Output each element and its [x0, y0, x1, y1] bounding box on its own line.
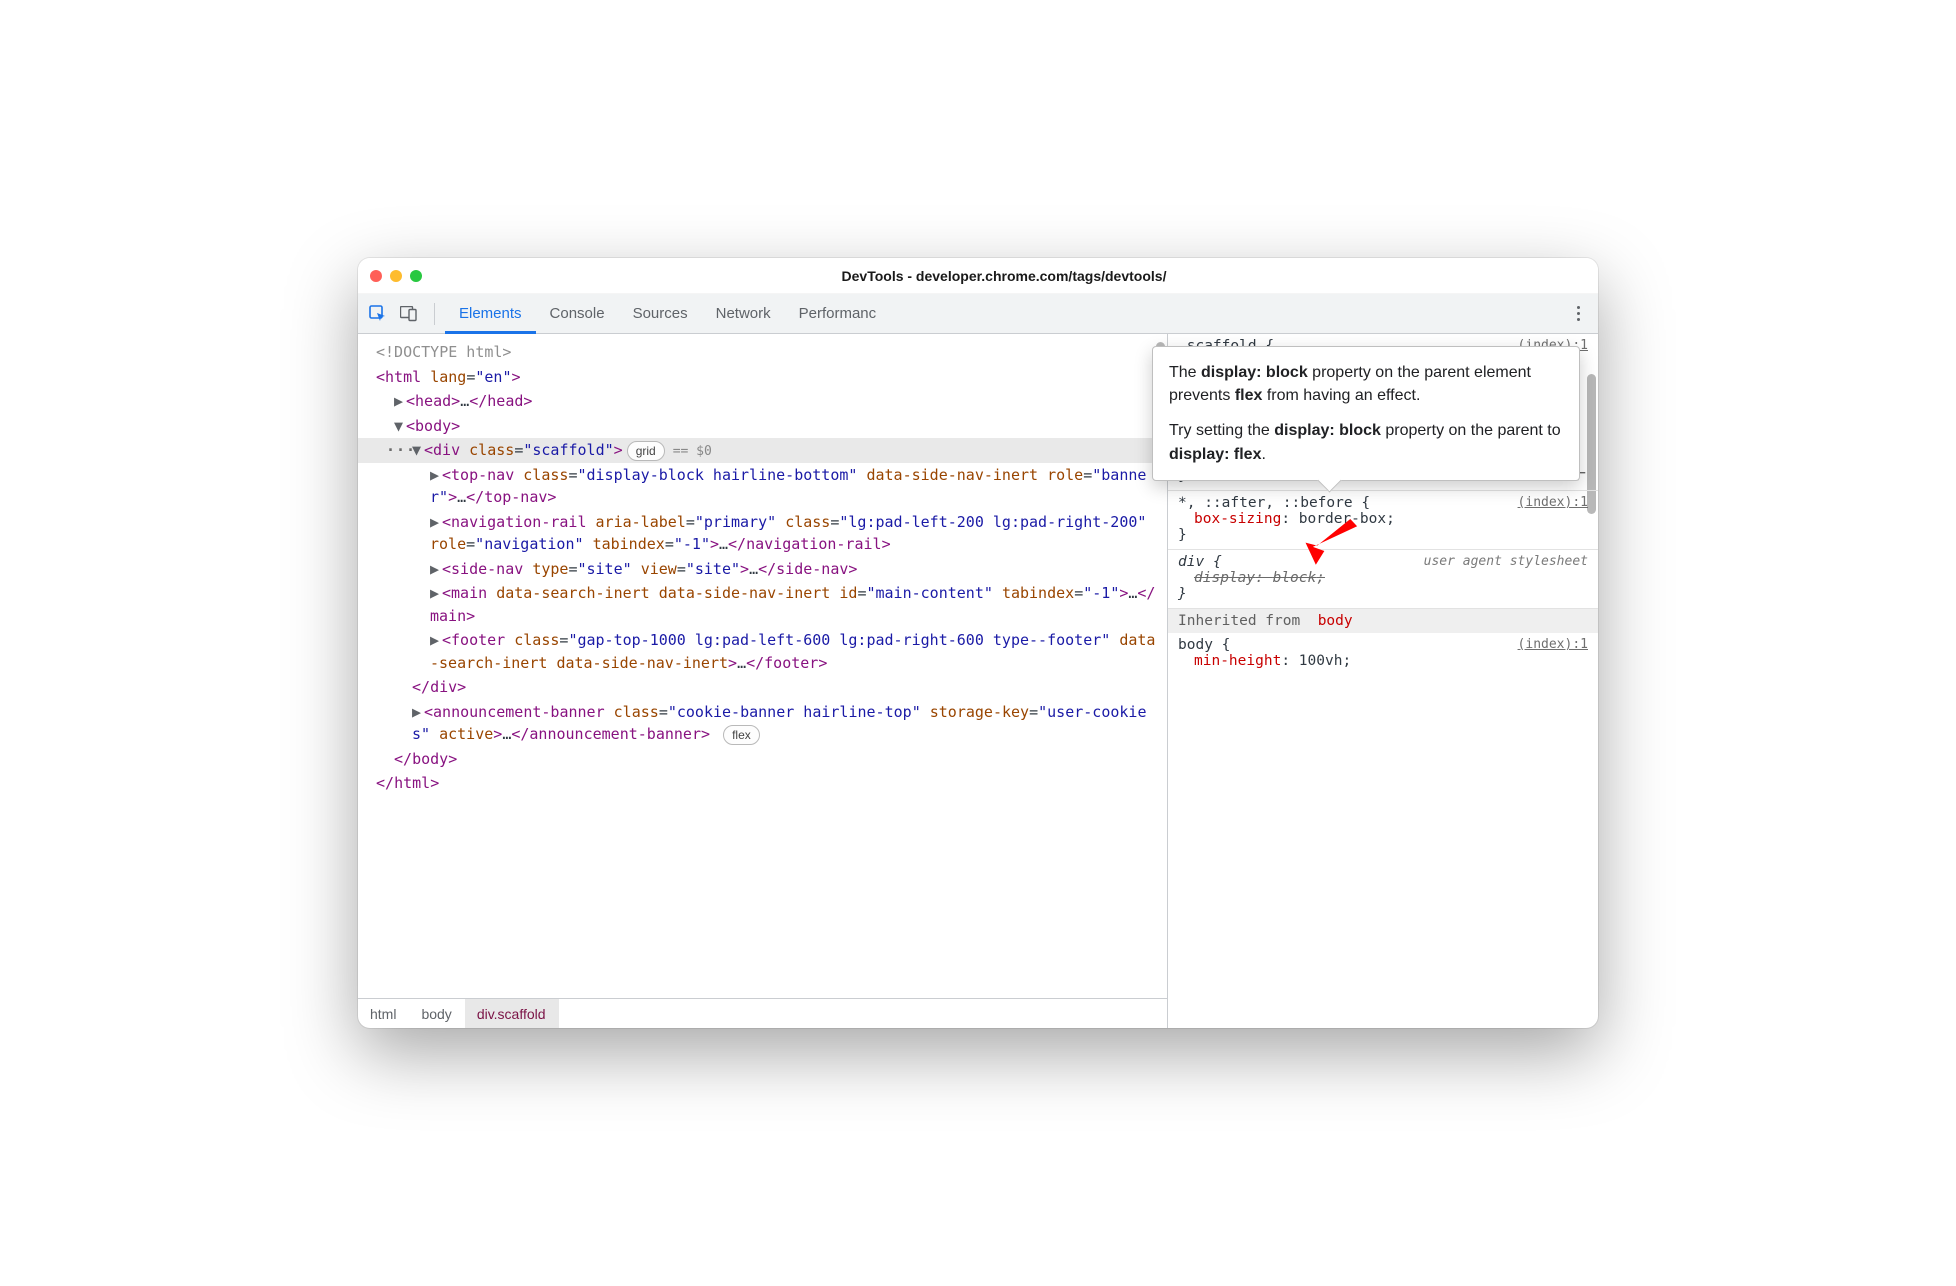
dom-node[interactable]: </html>	[358, 771, 1167, 796]
annotation-arrow-icon	[1296, 512, 1366, 572]
dom-node[interactable]: </body>	[358, 747, 1167, 772]
dom-node[interactable]: ▶<head>…</head>	[358, 389, 1167, 414]
dom-node[interactable]: <html lang="en">	[358, 365, 1167, 390]
crumb-current[interactable]: div.scaffold	[465, 999, 559, 1028]
style-property[interactable]: min-height: 100vh;	[1178, 653, 1588, 669]
style-rule-ua[interactable]: div { user agent stylesheet display: blo…	[1168, 550, 1598, 609]
titlebar: DevTools - developer.chrome.com/tags/dev…	[358, 258, 1598, 294]
separator	[434, 303, 435, 325]
dom-node[interactable]: </div>	[358, 675, 1167, 700]
elements-panel: <!DOCTYPE html> <html lang="en"> ▶<head>…	[358, 334, 1168, 1028]
inherited-from-header: Inherited from body	[1168, 609, 1598, 633]
dom-node[interactable]: ▶<footer class="gap-top-1000 lg:pad-left…	[358, 628, 1167, 675]
style-rule[interactable]: *, ::after, ::before { (index):1 box-siz…	[1168, 491, 1598, 550]
style-property-overridden: display: block;	[1178, 570, 1588, 586]
dom-node[interactable]: ▶<side-nav type="site" view="site">…</si…	[358, 557, 1167, 582]
dom-node[interactable]: ▶<navigation-rail aria-label="primary" c…	[358, 510, 1167, 557]
panel-tabs: Elements Console Sources Network Perform…	[445, 294, 890, 333]
grid-badge[interactable]: grid	[627, 441, 665, 461]
tab-network[interactable]: Network	[702, 294, 785, 333]
window-controls	[370, 270, 422, 282]
dom-node[interactable]: ▶<main data-search-inert data-side-nav-i…	[358, 581, 1167, 628]
style-property[interactable]: box-sizing: border-box;	[1178, 511, 1588, 527]
tab-elements[interactable]: Elements	[445, 294, 536, 333]
dom-node-selected[interactable]: ▼<div class="scaffold">grid== $0	[358, 438, 1167, 463]
tab-performance[interactable]: Performanc	[785, 294, 891, 333]
rule-selector[interactable]: body	[1178, 637, 1213, 653]
crumb-html[interactable]: html	[358, 999, 409, 1028]
zoom-window-button[interactable]	[410, 270, 422, 282]
window-title: DevTools - developer.chrome.com/tags/dev…	[422, 268, 1586, 284]
dom-node[interactable]: ▼<body>	[358, 414, 1167, 439]
rule-source-link[interactable]: (index):1	[1518, 495, 1588, 510]
rule-source-link[interactable]: (index):1	[1518, 637, 1588, 652]
devtools-window: DevTools - developer.chrome.com/tags/dev…	[358, 258, 1598, 1028]
device-toolbar-icon[interactable]	[396, 300, 424, 328]
dom-node[interactable]: <!DOCTYPE html>	[358, 340, 1167, 365]
dom-tree[interactable]: <!DOCTYPE html> <html lang="en"> ▶<head>…	[358, 334, 1167, 998]
more-menu-icon[interactable]	[1564, 300, 1592, 328]
tab-console[interactable]: Console	[536, 294, 619, 333]
close-window-button[interactable]	[370, 270, 382, 282]
breadcrumb: html body div.scaffold	[358, 998, 1167, 1028]
ua-stylesheet-label: user agent stylesheet	[1424, 554, 1588, 569]
crumb-body[interactable]: body	[409, 999, 464, 1028]
style-rule[interactable]: body { (index):1 min-height: 100vh;	[1168, 633, 1598, 675]
minimize-window-button[interactable]	[390, 270, 402, 282]
console-ref: == $0	[673, 444, 712, 459]
flex-badge[interactable]: flex	[723, 725, 760, 745]
rule-selector[interactable]: *, ::after, ::before	[1178, 495, 1353, 511]
dom-node[interactable]: ▶<top-nav class="display-block hairline-…	[358, 463, 1167, 510]
main-toolbar: Elements Console Sources Network Perform…	[358, 294, 1598, 334]
rule-selector: div	[1178, 554, 1204, 570]
tab-sources[interactable]: Sources	[619, 294, 702, 333]
inspect-element-icon[interactable]	[364, 300, 392, 328]
dom-node[interactable]: ▶<announcement-banner class="cookie-bann…	[358, 700, 1167, 747]
property-hint-tooltip: The display: block property on the paren…	[1152, 346, 1580, 481]
